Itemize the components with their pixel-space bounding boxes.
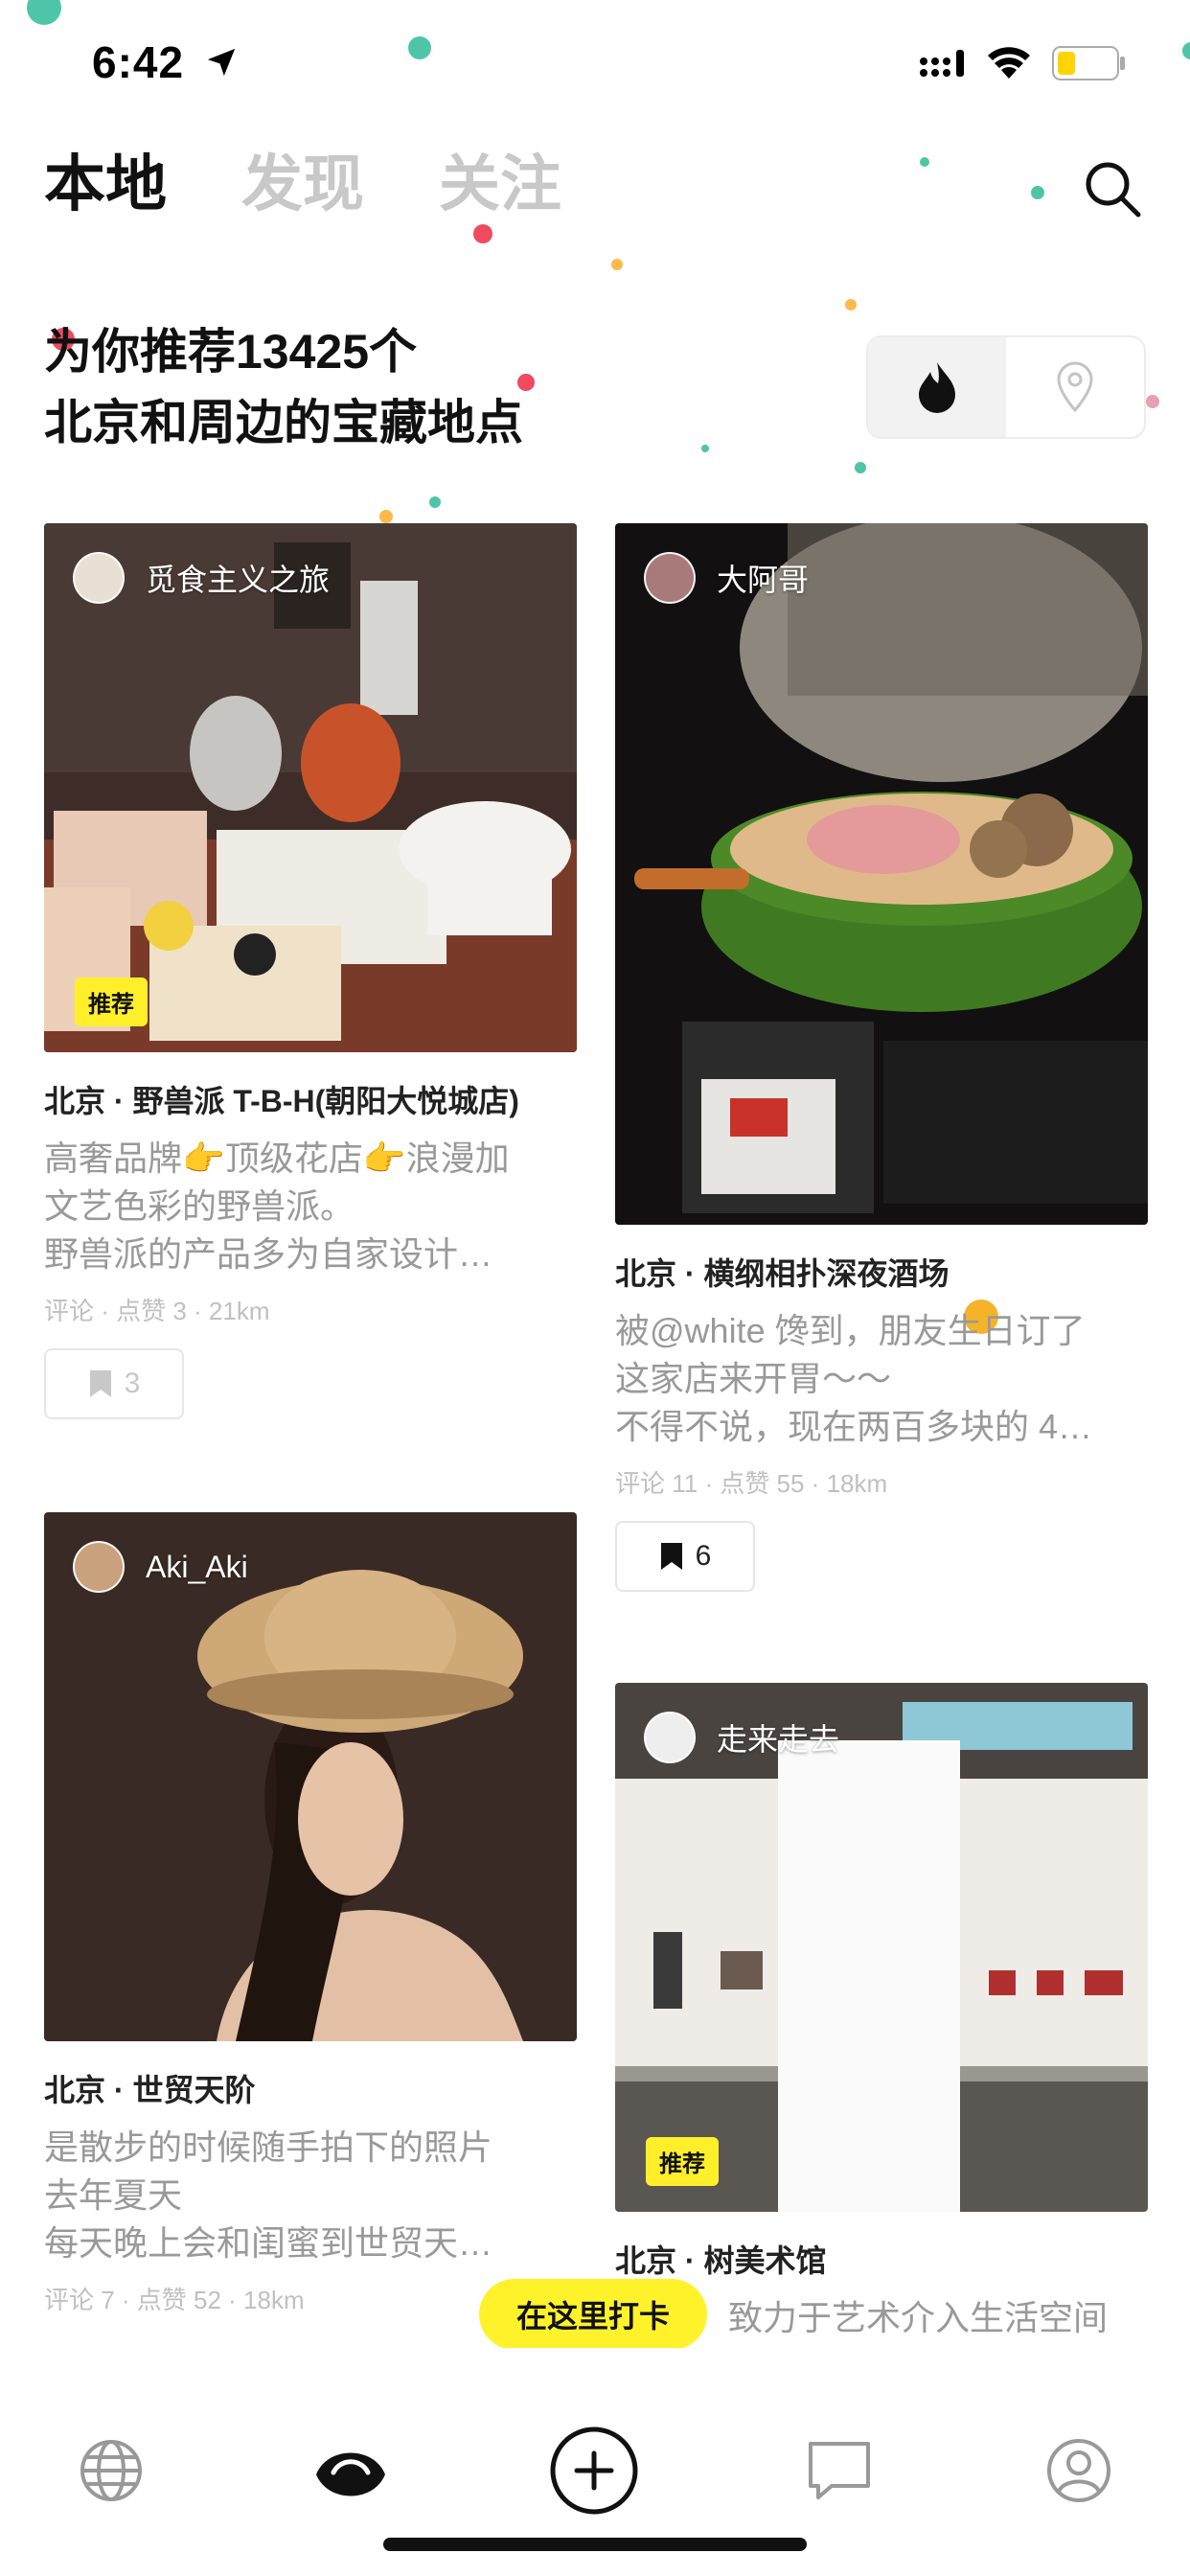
cellular-signal-icon (920, 50, 964, 77)
author-name[interactable]: 觅食主义之旅 (146, 556, 330, 600)
confetti-dot (1031, 186, 1044, 199)
headline-line2: 北京和周边的宝藏地点 (44, 396, 523, 449)
checkin-tooltip[interactable]: 在这里打卡 (479, 2279, 707, 2365)
save-button[interactable]: 3 (44, 1348, 184, 1419)
post-author[interactable]: 觅食主义之旅 (73, 552, 330, 604)
post-description[interactable]: 被@white 馋到，朋友生日订了 这家店来开胃～～ 不得不说，现在两百多块的 … (615, 1307, 1148, 1451)
post-author[interactable]: 走来走去 (644, 1712, 839, 1763)
post-photo[interactable]: 走来走去 推荐 (615, 1683, 1148, 2212)
post-title[interactable]: 北京 · 野兽派 T-B-H(朝阳大悦城店) (44, 1077, 577, 1121)
recommend-headline: 为你推荐13425个 北京和周边的宝藏地点 (44, 316, 523, 458)
headline-line1: 为你推荐13425个 (44, 325, 418, 379)
post-meta: 评论 11 · 点赞 55 · 18km (615, 1469, 888, 1498)
tab-discover[interactable]: 发现 (241, 153, 364, 215)
bookmark-icon (89, 1370, 111, 1397)
save-button[interactable]: 6 (615, 1521, 755, 1592)
confetti-dot (920, 157, 929, 167)
confetti-dot (845, 299, 857, 310)
confetti-dot (429, 496, 441, 508)
save-count: 6 (695, 1540, 712, 1572)
location-pin-icon (1057, 361, 1093, 413)
author-name[interactable]: 走来走去 (717, 1715, 839, 1760)
post-description-line: 去年夏天 (44, 2175, 183, 2215)
post-description-line: 野兽派的产品多为自家设计… (44, 1234, 493, 1274)
post-author[interactable]: 大阿哥 (644, 552, 809, 604)
post-title[interactable]: 北京 · 世贸天阶 (44, 2066, 577, 2110)
mode-toggle (866, 335, 1146, 439)
wifi-icon (988, 47, 1030, 79)
confetti-dot (408, 36, 431, 59)
post-description-line: 文艺色彩的野兽派。 (44, 1186, 355, 1226)
author-name[interactable]: Aki_Aki (146, 1550, 248, 1585)
post-description-line: 高奢品牌👉顶级花店👉浪漫加 (44, 1138, 510, 1178)
globe-icon[interactable] (77, 2436, 146, 2505)
recommend-tag: 推荐 (75, 978, 148, 1026)
status-time: 6:42 (92, 37, 185, 87)
post-author[interactable]: Aki_Aki (73, 1541, 248, 1593)
tab-local[interactable]: 本地 (44, 153, 167, 215)
confetti-dot (1146, 395, 1159, 408)
post-description-line: 是散步的时候随手拍下的照片 (44, 2128, 493, 2167)
post-photo[interactable]: 觅食主义之旅 推荐 (44, 523, 577, 1052)
post-description-line: 被@white 馋到，朋友生日订了 (615, 1311, 1086, 1350)
post-card[interactable]: Aki_Aki 北京 · 世贸天阶 是散步的时候随手拍下的照片 去年夏天 每天晚… (44, 1512, 577, 2316)
post-title[interactable]: 北京 · 树美术馆 (615, 2237, 1148, 2281)
post-description[interactable]: 是散步的时候随手拍下的照片 去年夏天 每天晚上会和闺蜜到世贸天… (44, 2124, 577, 2267)
hotpot-photo (615, 523, 1148, 1225)
confetti-dot (473, 224, 492, 243)
post-description-line: 这家店来开胃～～ (615, 1359, 892, 1398)
message-icon[interactable] (805, 2436, 874, 2505)
post-description[interactable]: 高奢品牌👉顶级花店👉浪漫加 文艺色彩的野兽派。 野兽派的产品多为自家设计… (44, 1135, 577, 1278)
eye-icon[interactable] (314, 2436, 387, 2505)
battery-icon (1052, 46, 1125, 80)
confetti-dot (855, 462, 866, 473)
post-meta: 评论 · 点赞 3 · 21km (44, 1297, 270, 1325)
post-title[interactable]: 北京 · 横纲相扑深夜酒场 (615, 1250, 1148, 1294)
post-photo[interactable]: Aki_Aki (44, 1512, 577, 2041)
post-card[interactable]: 大阿哥 北京 · 横纲相扑深夜酒场 被@white 馋到，朋友生日订了 这家店来… (615, 523, 1148, 1592)
post-photo[interactable]: 大阿哥 (615, 523, 1148, 1225)
recommend-tag: 推荐 (646, 2137, 719, 2186)
avatar[interactable] (644, 552, 696, 604)
search-icon[interactable] (1083, 159, 1142, 218)
bookmark-icon (660, 1543, 682, 1570)
confetti-dot (611, 259, 623, 270)
nearby-mode-button[interactable] (1006, 337, 1144, 437)
author-name[interactable]: 大阿哥 (717, 556, 809, 600)
save-count: 3 (124, 1368, 141, 1399)
top-tabs: 本地 发现 关注 (44, 153, 561, 215)
avatar[interactable] (644, 1712, 696, 1763)
home-indicator (383, 2538, 807, 2551)
location-arrow-icon (207, 48, 236, 77)
avatar[interactable] (73, 552, 125, 604)
confetti-dot (379, 510, 393, 523)
avatar[interactable] (73, 1541, 125, 1593)
post-description-line: 不得不说，现在两百多块的 4… (615, 1407, 1093, 1446)
tab-following[interactable]: 关注 (439, 153, 561, 215)
post-card[interactable]: 觅食主义之旅 推荐 北京 · 野兽派 T-B-H(朝阳大悦城店) 高奢品牌👉顶级… (44, 523, 577, 1419)
hot-icon (919, 362, 955, 413)
add-icon[interactable] (548, 2425, 640, 2517)
confetti-dot (701, 445, 709, 452)
status-bar: 6:42 (0, 0, 1190, 125)
post-description-line: 每天晚上会和闺蜜到世贸天… (44, 2223, 493, 2263)
profile-icon[interactable] (1044, 2436, 1113, 2505)
post-card[interactable]: 走来走去 推荐 北京 · 树美术馆 致力于艺术介入生活空间 (615, 1683, 1148, 2342)
hot-mode-button[interactable] (868, 337, 1006, 437)
